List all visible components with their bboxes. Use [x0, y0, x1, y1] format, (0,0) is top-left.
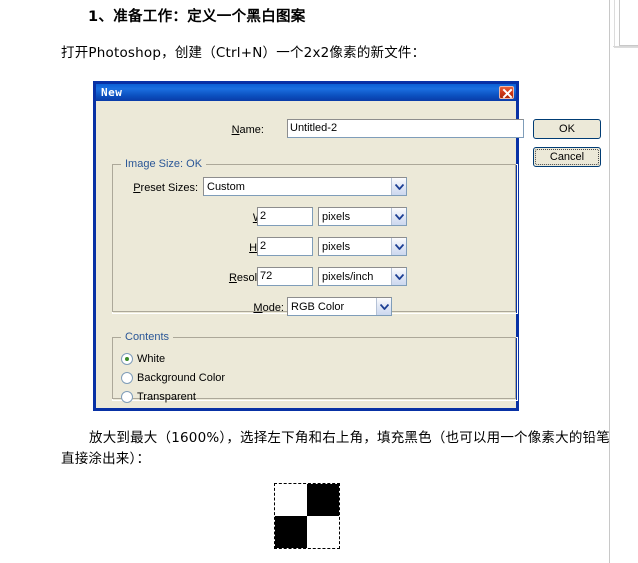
width-unit-select[interactable]: pixels: [318, 207, 407, 226]
chevron-down-icon[interactable]: [391, 208, 406, 225]
paragraph-zoom-instructions: 放大到最大（1600%），选择左下角和右上角，填充黑色（也可以用一个像素大的铅笔…: [61, 430, 610, 467]
preset-sizes-select[interactable]: Custom: [203, 177, 407, 196]
close-icon[interactable]: [499, 86, 514, 99]
width-input[interactable]: 2: [257, 207, 313, 226]
chevron-down-icon[interactable]: [391, 178, 406, 195]
resolution-unit-select[interactable]: pixels/inch: [318, 267, 407, 286]
resolution-input[interactable]: 72: [257, 267, 313, 286]
radio-transparent-label: Transparent: [137, 391, 196, 403]
radio-background-color[interactable]: Background Color: [121, 372, 225, 384]
mode-value: RGB Color: [291, 300, 345, 313]
dialog-title: New: [101, 86, 123, 99]
radio-transparent[interactable]: Transparent: [121, 391, 196, 403]
preset-sizes-label: Preset Sizes:: [133, 182, 198, 194]
preset-sizes-value: Custom: [207, 180, 245, 193]
ok-button[interactable]: OK: [533, 119, 601, 139]
width-unit-value: pixels: [322, 210, 351, 223]
mode-select[interactable]: RGB Color: [287, 297, 392, 316]
chevron-down-icon[interactable]: [376, 298, 391, 315]
pattern-cell-top-left: [275, 484, 307, 516]
resolution-unit-value: pixels/inch: [322, 270, 374, 283]
height-unit-select[interactable]: pixels: [318, 237, 407, 256]
pattern-cell-top-right: [307, 484, 339, 516]
page-title: 1、准备工作：定义一个黑白图案: [88, 9, 306, 25]
close-x-glyph: [502, 88, 513, 99]
chevron-down-icon[interactable]: [391, 238, 406, 255]
height-unit-value: pixels: [322, 240, 351, 253]
radio-dot-icon: [121, 372, 133, 384]
checkerboard-pattern: [274, 483, 340, 549]
radio-dot-icon: [121, 353, 133, 365]
new-document-dialog: New NName:ame: Untitled-2 OK Cancel Imag…: [93, 81, 601, 411]
pattern-cell-bottom-right: [307, 516, 339, 548]
page-corner-divider: [613, 46, 638, 47]
dialog-titlebar[interactable]: New: [96, 84, 516, 101]
chevron-down-icon[interactable]: [391, 268, 406, 285]
mode-label: Mode:: [253, 302, 284, 314]
name-label: NName:ame:: [231, 124, 264, 136]
contents-legend: Contents: [121, 331, 174, 343]
name-input[interactable]: Untitled-2: [287, 119, 524, 138]
document-page: 1、准备工作：定义一个黑白图案 打开Photoshop，创建（Ctrl+N）一个…: [0, 0, 638, 563]
radio-white-label: White: [137, 353, 166, 365]
paragraph-intro: 打开Photoshop，创建（Ctrl+N）一个2x2像素的新文件：: [61, 45, 426, 61]
pattern-cell-bottom-left: [275, 516, 307, 548]
radio-background-color-label: Background Color: [137, 372, 226, 384]
radio-white[interactable]: White: [121, 353, 165, 365]
cancel-button[interactable]: Cancel: [533, 147, 601, 167]
height-input[interactable]: 2: [257, 237, 313, 256]
dialog-body: NName:ame: Untitled-2 OK Cancel Image Si…: [96, 101, 601, 411]
image-size-legend: Image Size: OK: [121, 158, 207, 170]
page-right-rule: [609, 0, 610, 563]
radio-dot-icon: [121, 391, 133, 403]
page-corner-box-outer: [614, 0, 638, 48]
